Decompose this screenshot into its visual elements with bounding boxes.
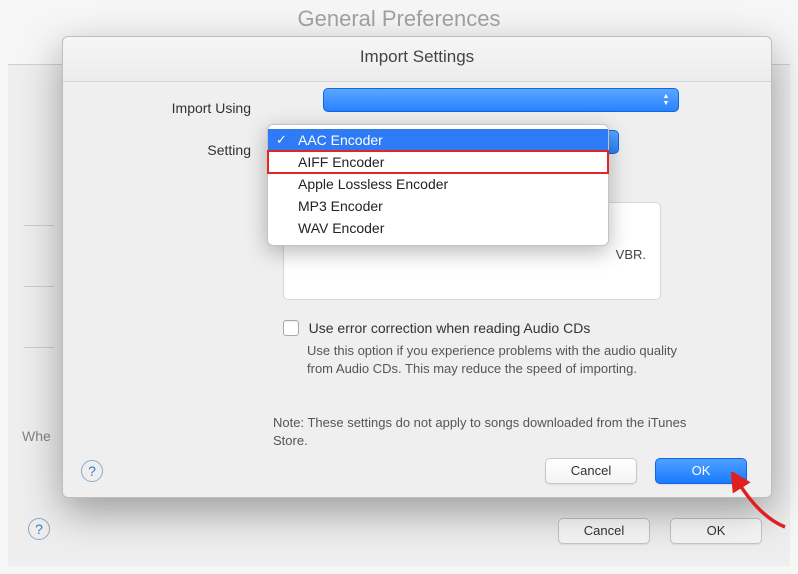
setting-label: Setting	[125, 142, 257, 158]
parent-window-title: General Preferences	[0, 6, 798, 32]
dropdown-item-label: AIFF Encoder	[298, 154, 384, 170]
dropdown-item-label: MP3 Encoder	[298, 198, 383, 214]
dialog-title: Import Settings	[63, 37, 771, 82]
checkmark-icon: ✓	[276, 129, 287, 151]
parent-divider-area	[24, 165, 54, 408]
import-settings-dialog: Import Settings ▲▼ ▲▼ Import Using Setti…	[62, 36, 772, 498]
error-correction-help-text: Use this option if you experience proble…	[283, 342, 693, 377]
ok-button[interactable]: OK	[655, 458, 747, 484]
help-button[interactable]: ?	[81, 460, 103, 482]
cancel-button[interactable]: Cancel	[558, 518, 650, 544]
note-text: Note: These settings do not apply to son…	[273, 414, 693, 449]
help-button[interactable]: ?	[28, 518, 50, 540]
dropdown-item-label: WAV Encoder	[298, 220, 384, 236]
dropdown-item-aiff[interactable]: AIFF Encoder	[268, 151, 608, 173]
parent-when-label: Whe	[22, 428, 51, 444]
import-using-label: Import Using	[125, 100, 257, 116]
dropdown-item-wav[interactable]: WAV Encoder	[268, 217, 608, 239]
vbr-suffix-text: VBR.	[616, 247, 646, 262]
dropdown-item-mp3[interactable]: MP3 Encoder	[268, 195, 608, 217]
dropdown-item-lossless[interactable]: Apple Lossless Encoder	[268, 173, 608, 195]
cancel-button[interactable]: Cancel	[545, 458, 637, 484]
dropdown-item-label: Apple Lossless Encoder	[298, 176, 448, 192]
dropdown-item-aac[interactable]: ✓ AAC Encoder	[268, 129, 608, 151]
error-correction-checkbox[interactable]	[283, 320, 299, 336]
ok-button[interactable]: OK	[670, 518, 762, 544]
dropdown-item-label: AAC Encoder	[298, 132, 383, 148]
import-using-dropdown[interactable]: ✓ AAC Encoder AIFF Encoder Apple Lossles…	[267, 124, 609, 246]
error-correction-label: Use error correction when reading Audio …	[309, 320, 591, 336]
